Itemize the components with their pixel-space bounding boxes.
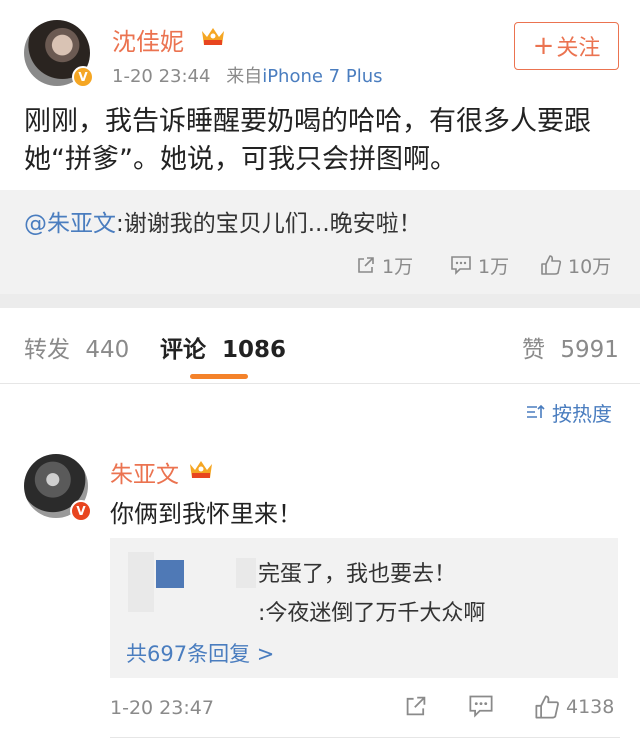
author-avatar[interactable]: V [24, 20, 94, 88]
comment-reply-button[interactable] [468, 694, 500, 718]
repost-text: @朱亚文:谢谢我的宝贝儿们...晚安啦！ [24, 204, 422, 238]
verified-badge-icon: V [72, 66, 94, 88]
active-tab-indicator [190, 374, 248, 379]
verified-badge-icon: V [70, 500, 92, 522]
weibo-post-page: V 沈佳妮 1-20 23:44 来自iPhone 7 Plus + 关注 刚刚… [0, 0, 640, 743]
post-header: V 沈佳妮 1-20 23:44 来自iPhone 7 Plus + 关注 [0, 0, 640, 100]
tab-likes-label: 赞 [522, 337, 545, 363]
comment-share-button[interactable] [404, 694, 434, 718]
tab-likes-count: 5991 [560, 337, 619, 363]
repost-comment-stat[interactable]: 1万 [450, 250, 509, 280]
like-count: 10万 [568, 255, 612, 278]
plus-icon: + [532, 31, 555, 61]
share-count: 1万 [382, 255, 414, 278]
author-name[interactable]: 沈佳妮 [112, 22, 184, 57]
sort-icon [527, 404, 545, 418]
comment-divider [110, 737, 620, 738]
comment-icon [469, 695, 493, 718]
post-source[interactable]: iPhone 7 Plus [262, 66, 382, 87]
tab-reposts-count: 440 [85, 337, 130, 363]
follow-label: 关注 [556, 36, 601, 61]
redacted-avatar [156, 560, 184, 588]
reply-line-1: 完蛋了，我也要去！ [258, 562, 457, 587]
comment-like-button[interactable]: 4138 [534, 694, 614, 720]
reply-line-2: :今夜迷倒了万千大众啊 [258, 601, 486, 626]
redacted-area [128, 552, 154, 612]
post-text: 刚刚，我告诉睡醒要奶喝的哈哈，有很多人要跟她“拼爹”。她说，可我只会拼图啊。 [24, 106, 591, 175]
repost-content: :谢谢我的宝贝儿们...晚安啦！ [116, 211, 422, 237]
section-divider [0, 294, 640, 308]
tab-comments-count: 1086 [222, 337, 287, 363]
thumbs-up-icon [541, 255, 562, 275]
comment-icon [451, 256, 471, 275]
tab-reposts-label: 转发 [24, 337, 70, 363]
commenter-name[interactable]: 朱亚文 [110, 455, 179, 489]
repost-like-stat[interactable]: 10万 [540, 250, 611, 280]
vip-crown-icon [190, 461, 212, 478]
follow-button[interactable]: + 关注 [514, 22, 619, 70]
comment-text: 你俩到我怀里来！ [110, 500, 302, 528]
tab-likes[interactable]: 赞 5991 [522, 330, 619, 364]
repost-share-stat[interactable]: 1万 [356, 250, 413, 280]
post-meta: 1-20 23:44 来自iPhone 7 Plus [112, 62, 382, 88]
vip-crown-icon [202, 28, 224, 45]
share-icon [358, 257, 374, 273]
repost-mention[interactable]: @朱亚文 [24, 211, 116, 237]
comment-like-count: 4138 [566, 696, 615, 718]
share-icon [406, 696, 426, 716]
tab-reposts[interactable]: 转发 440 [24, 330, 129, 364]
sort-toggle[interactable]: 按热度 [526, 398, 612, 426]
tab-comments[interactable]: 评论 1086 [160, 330, 286, 364]
commenter-avatar[interactable]: V [24, 454, 92, 522]
post-time: 1-20 23:44 [112, 66, 211, 87]
replies-box[interactable]: 完蛋了，我也要去！ :今夜迷倒了万千大众啊 共697条回复 > [110, 538, 618, 678]
repost-block[interactable]: @朱亚文:谢谢我的宝贝儿们...晚安啦！ 1万 1万 10万 [0, 190, 640, 294]
redacted-area [236, 558, 256, 588]
thumbs-up-icon [535, 695, 559, 719]
comment-count: 1万 [478, 255, 510, 278]
more-replies-link[interactable]: 共697条回复 > [126, 638, 274, 668]
post-source-prefix: 来自 [226, 66, 263, 87]
interaction-tabs: 转发 440 评论 1086 赞 5991 [0, 308, 640, 384]
comment-time: 1-20 23:47 [110, 697, 214, 719]
tab-comments-label: 评论 [160, 337, 206, 363]
sort-label: 按热度 [552, 401, 612, 426]
